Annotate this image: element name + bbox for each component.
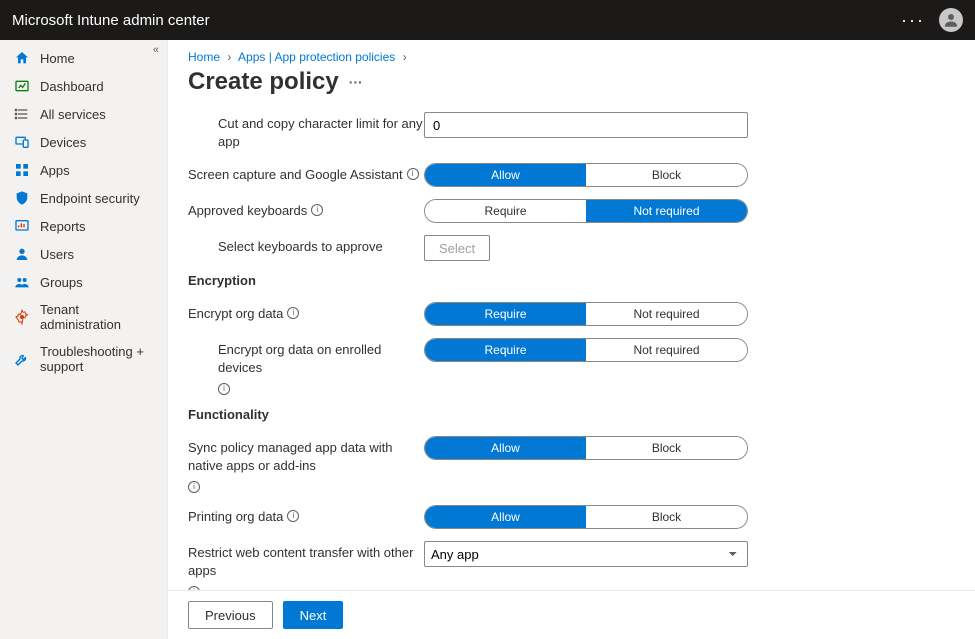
breadcrumb-home[interactable]: Home: [188, 50, 220, 64]
encryption-heading: Encryption: [188, 273, 955, 288]
opt-require[interactable]: Require: [425, 339, 586, 361]
info-icon[interactable]: i: [311, 204, 323, 216]
opt-allow[interactable]: Allow: [425, 437, 586, 459]
encrypt-enrolled-label: Encrypt org data on enrolled devicesi: [188, 338, 424, 395]
dashboard-icon: [14, 78, 30, 94]
sidebar-item-endpoint-security[interactable]: Endpoint security: [0, 184, 167, 212]
sidebar-item-label: Tenant administration: [40, 302, 155, 332]
sidebar-item-label: Groups: [40, 275, 83, 290]
more-icon[interactable]: ···: [901, 10, 925, 31]
screen-capture-label: Screen capture and Google Assistanti: [188, 163, 424, 184]
previous-button[interactable]: Previous: [188, 601, 273, 629]
sync-policy-label: Sync policy managed app data with native…: [188, 436, 424, 493]
chevron-right-icon: ›: [227, 50, 231, 64]
list-icon: [14, 106, 30, 122]
encrypt-org-label: Encrypt org datai: [188, 302, 424, 323]
opt-require[interactable]: Require: [425, 200, 586, 222]
home-icon: [14, 50, 30, 66]
opt-not-required[interactable]: Not required: [586, 303, 747, 325]
restrict-web-label: Restrict web content transfer with other…: [188, 541, 424, 590]
breadcrumb: Home › Apps | App protection policies ›: [188, 50, 955, 64]
approved-keyboards-label: Approved keyboardsi: [188, 199, 424, 220]
sidebar: « Home Dashboard All services Devices Ap…: [0, 40, 168, 639]
info-icon[interactable]: i: [407, 168, 419, 180]
sidebar-item-label: Home: [40, 51, 75, 66]
sidebar-item-reports[interactable]: Reports: [0, 212, 167, 240]
apps-icon: [14, 162, 30, 178]
encrypt-org-toggle[interactable]: Require Not required: [424, 302, 748, 326]
opt-block[interactable]: Block: [586, 437, 747, 459]
sidebar-item-label: Users: [40, 247, 74, 262]
form-area: Cut and copy character limit for any app…: [168, 106, 975, 590]
printing-toggle[interactable]: Allow Block: [424, 505, 748, 529]
sidebar-item-groups[interactable]: Groups: [0, 268, 167, 296]
reports-icon: [14, 218, 30, 234]
sidebar-item-label: Endpoint security: [40, 191, 140, 206]
sidebar-item-tenant-administration[interactable]: Tenant administration: [0, 296, 167, 338]
sidebar-item-devices[interactable]: Devices: [0, 128, 167, 156]
footer: Previous Next: [168, 590, 975, 639]
sidebar-item-label: Reports: [40, 219, 86, 234]
product-title: Microsoft Intune admin center: [12, 12, 210, 29]
opt-block[interactable]: Block: [586, 164, 747, 186]
gear-icon: [14, 309, 30, 325]
info-icon[interactable]: i: [188, 481, 200, 493]
sidebar-item-label: Dashboard: [40, 79, 104, 94]
sidebar-item-dashboard[interactable]: Dashboard: [0, 72, 167, 100]
groups-icon: [14, 274, 30, 290]
sync-policy-toggle[interactable]: Allow Block: [424, 436, 748, 460]
user-icon: [14, 246, 30, 262]
select-keyboards-button[interactable]: Select: [424, 235, 490, 261]
approved-keyboards-toggle[interactable]: Require Not required: [424, 199, 748, 223]
shield-icon: [14, 190, 30, 206]
printing-label: Printing org datai: [188, 505, 424, 526]
wrench-icon: [14, 351, 30, 367]
info-icon[interactable]: i: [287, 307, 299, 319]
opt-not-required[interactable]: Not required: [586, 339, 747, 361]
sidebar-item-label: Apps: [40, 163, 70, 178]
avatar[interactable]: [939, 8, 963, 32]
sidebar-item-apps[interactable]: Apps: [0, 156, 167, 184]
sidebar-item-users[interactable]: Users: [0, 240, 167, 268]
top-bar: Microsoft Intune admin center ···: [0, 0, 975, 40]
collapse-icon[interactable]: «: [153, 44, 159, 56]
functionality-heading: Functionality: [188, 407, 955, 422]
restrict-web-select[interactable]: Any app: [424, 541, 748, 567]
opt-allow[interactable]: Allow: [425, 164, 586, 186]
opt-allow[interactable]: Allow: [425, 506, 586, 528]
sidebar-item-label: Devices: [40, 135, 86, 150]
cut-copy-limit-label: Cut and copy character limit for any app: [188, 112, 424, 151]
info-icon[interactable]: i: [218, 383, 230, 395]
chevron-right-icon: ›: [403, 50, 407, 64]
next-button[interactable]: Next: [283, 601, 344, 629]
opt-not-required[interactable]: Not required: [586, 200, 747, 222]
sidebar-item-all-services[interactable]: All services: [0, 100, 167, 128]
more-icon[interactable]: ···: [349, 74, 363, 90]
cut-copy-limit-input[interactable]: [424, 112, 748, 138]
sidebar-item-label: Troubleshooting + support: [40, 344, 155, 374]
sidebar-item-label: All services: [40, 107, 106, 122]
page-title: Create policy ···: [168, 64, 975, 106]
opt-block[interactable]: Block: [586, 506, 747, 528]
sidebar-item-troubleshooting[interactable]: Troubleshooting + support: [0, 338, 167, 380]
devices-icon: [14, 134, 30, 150]
encrypt-enrolled-toggle[interactable]: Require Not required: [424, 338, 748, 362]
screen-capture-toggle[interactable]: Allow Block: [424, 163, 748, 187]
sidebar-item-home[interactable]: Home: [0, 44, 167, 72]
select-keyboards-label: Select keyboards to approve: [188, 235, 424, 256]
breadcrumb-apps[interactable]: Apps | App protection policies: [238, 50, 395, 64]
opt-require[interactable]: Require: [425, 303, 586, 325]
info-icon[interactable]: i: [287, 510, 299, 522]
